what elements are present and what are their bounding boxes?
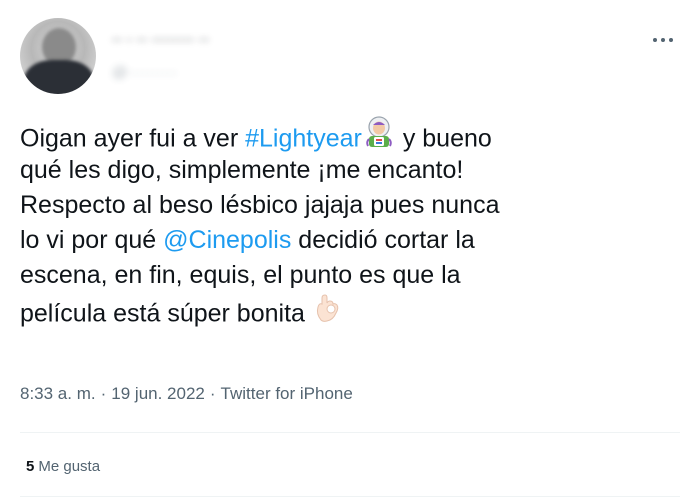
author-display-name[interactable]: ·· · ·· ········ ··: [112, 32, 210, 54]
more-dot-icon: [653, 38, 657, 42]
mention-link[interactable]: @Cinepolis: [163, 226, 291, 254]
tweet-text-segment: Oigan ayer fui a ver: [20, 124, 246, 153]
tweet-text: Oigan ayer fui a ver #Lightyear y bueno …: [20, 116, 670, 328]
avatar[interactable]: [20, 18, 96, 94]
tweet-card: ·· · ·· ········ ·· @·········· Oigan ay…: [0, 0, 700, 500]
meta-separator: ·: [209, 384, 216, 403]
avatar-body-shape: [24, 60, 94, 94]
author-username[interactable]: @··········: [112, 64, 177, 82]
tweet-text-segment: decidió cortar la: [291, 226, 475, 254]
tweet-text-segment: y bueno: [395, 124, 492, 153]
likes-count: 5: [26, 458, 35, 475]
tweet-date[interactable]: 19 jun. 2022: [111, 384, 205, 403]
tweet-text-segment: lo vi por qué: [20, 226, 164, 254]
tweet-text-line: lo vi por qué @Cinepolis decidió cortar …: [20, 223, 670, 258]
tweet-text-segment: película está súper bonita: [20, 299, 305, 328]
tweet-text-line: escena, en fin, equis, el punto es que l…: [20, 261, 461, 289]
tweet-text-line: película está súper bonita: [20, 293, 670, 328]
tweet-text-line: Oigan ayer fui a ver #Lightyear y bueno: [20, 116, 670, 153]
more-dot-icon: [669, 38, 673, 42]
more-options-button[interactable]: [646, 28, 680, 52]
divider: [20, 496, 680, 497]
likes-label: Me gusta: [38, 458, 101, 475]
divider: [20, 432, 680, 433]
hashtag-link[interactable]: #Lightyear: [245, 125, 362, 153]
tweet-text-line: Respecto al beso lésbico jajaja pues nun…: [20, 191, 500, 219]
tweet-time[interactable]: 8:33 a. m.: [20, 384, 96, 403]
tweet-meta: 8:33 a. m. · 19 jun. 2022 · Twitter for iPho…: [20, 384, 353, 404]
more-dot-icon: [661, 38, 665, 42]
tweet-header: ·· · ·· ········ ·· @··········: [20, 18, 680, 98]
likes-count-link[interactable]: 5 Me gusta: [26, 458, 100, 475]
buzz-lightyear-emoji-icon: [362, 115, 396, 159]
meta-separator: ·: [100, 384, 107, 403]
ok-hand-emoji-icon: [312, 290, 342, 334]
tweet-source[interactable]: Twitter for iPhone: [221, 384, 353, 403]
tweet-text-line: qué les digo, simplemente ¡me encanto!: [20, 156, 464, 184]
